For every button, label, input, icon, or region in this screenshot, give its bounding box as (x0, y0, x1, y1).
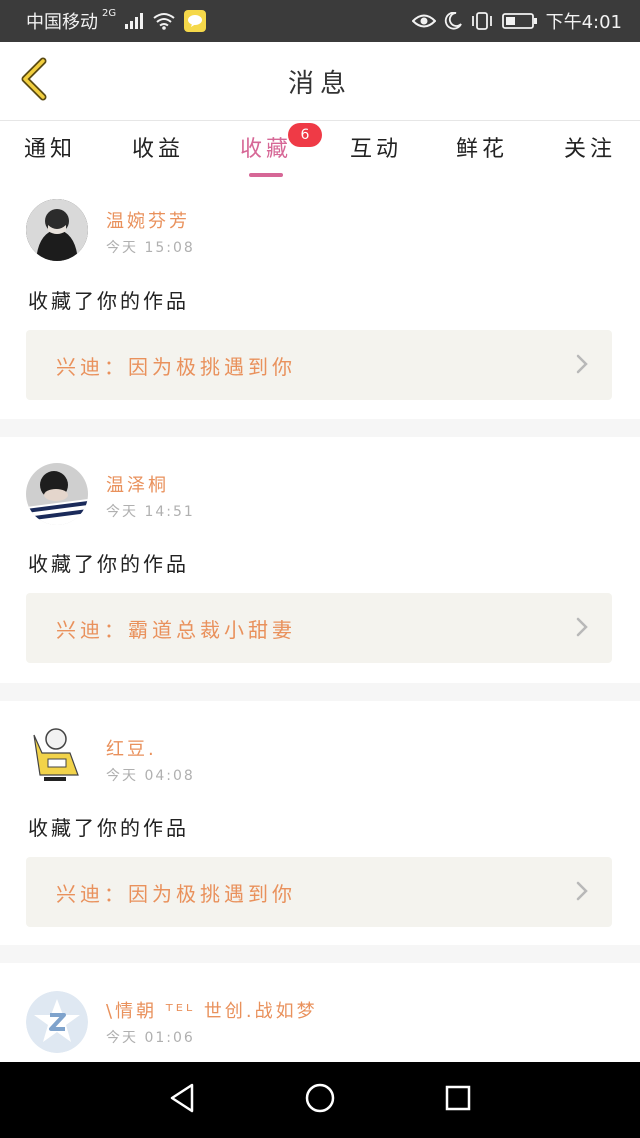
tab-label: 收益 (132, 137, 185, 162)
action-text: 收藏了你的作品 (28, 816, 189, 840)
nav-recents-button[interactable] (438, 1080, 478, 1120)
work-link[interactable]: 兴迪：霸道总裁小甜妻 (26, 593, 612, 663)
network-type: 2G (102, 7, 117, 19)
circle-home-icon (304, 1082, 336, 1118)
timestamp: 今天 01:06 (106, 1030, 195, 1046)
tab-favorites[interactable]: 收藏 6 (240, 123, 322, 181)
list-item: 温泽桐 今天 14:51 收藏了你的作品 兴迪：霸道总裁小甜妻 (0, 437, 640, 683)
tab-label: 互动 (350, 137, 403, 162)
user-name[interactable]: 红豆. (106, 735, 157, 761)
signal-icon (124, 13, 144, 29)
chat-app-icon (184, 10, 207, 32)
triangle-back-icon (168, 1082, 196, 1118)
work-link[interactable]: 兴迪：因为极挑遇到你 (26, 330, 612, 400)
active-tab-indicator (249, 173, 283, 177)
square-recents-icon (444, 1084, 472, 1116)
tab-follows[interactable]: 关注 (564, 131, 616, 181)
clock: 下午4:01 (545, 12, 622, 33)
app-header: 消息 (0, 42, 640, 120)
chevron-right-icon (576, 617, 588, 641)
eye-icon (411, 13, 436, 29)
status-right: 下午4:01 (411, 8, 622, 34)
tab-label: 收藏 (240, 137, 293, 162)
carrier-name: 中国移动 (26, 12, 98, 33)
tab-bar: 通知 收益 收藏 6 互动 鲜花 关注 (0, 121, 640, 181)
avatar[interactable] (26, 725, 88, 787)
work-title: 兴迪：因为极挑遇到你 (56, 354, 296, 379)
work-link[interactable]: 兴迪：因为极挑遇到你 (26, 857, 612, 927)
status-bar: 中国移动 2G 下午4:01 (0, 0, 640, 42)
vibrate-icon (470, 12, 494, 30)
tab-earnings[interactable]: 收益 (132, 131, 184, 181)
avatar[interactable] (26, 199, 88, 261)
tab-label: 鲜花 (456, 137, 509, 162)
work-title: 兴迪：因为极挑遇到你 (56, 881, 296, 906)
wifi-icon (152, 12, 176, 30)
chevron-right-icon (576, 354, 588, 378)
tab-interactions[interactable]: 互动 (350, 131, 402, 181)
list-item: 温婉芬芳 今天 15:08 收藏了你的作品 兴迪：因为极挑遇到你 (0, 181, 640, 419)
list-item: \情朝 ᵀᴱᴸ 世创.战如梦 今天 01:06 (0, 963, 640, 1062)
action-text: 收藏了你的作品 (28, 289, 189, 313)
user-name[interactable]: \情朝 ᵀᴱᴸ 世创.战如梦 (106, 997, 318, 1023)
user-name[interactable]: 温婉芬芳 (106, 207, 190, 233)
nav-home-button[interactable] (300, 1080, 340, 1120)
page-title: 消息 (287, 68, 352, 99)
back-button[interactable] (18, 57, 50, 105)
timestamp: 今天 14:51 (106, 504, 195, 520)
moon-icon (444, 12, 462, 30)
user-name[interactable]: 温泽桐 (106, 471, 169, 497)
chevron-right-icon (576, 881, 588, 905)
back-arrow-icon (19, 57, 49, 105)
tab-flowers[interactable]: 鲜花 (456, 131, 508, 181)
action-text: 收藏了你的作品 (28, 552, 189, 576)
tab-count-badge: 6 (288, 123, 322, 147)
avatar[interactable] (26, 991, 88, 1053)
nav-back-button[interactable] (162, 1080, 202, 1120)
timestamp: 今天 04:08 (106, 768, 195, 784)
work-title: 兴迪：霸道总裁小甜妻 (56, 617, 296, 642)
list-item: 红豆. 今天 04:08 收藏了你的作品 兴迪：因为极挑遇到你 (0, 701, 640, 945)
tab-label: 关注 (564, 137, 617, 162)
tab-label: 通知 (24, 137, 77, 162)
timestamp: 今天 15:08 (106, 240, 195, 256)
avatar[interactable] (26, 463, 88, 525)
tab-notifications[interactable]: 通知 (24, 131, 76, 181)
battery-icon (501, 12, 538, 30)
system-nav-bar (0, 1062, 640, 1138)
status-left: 中国移动 2G (26, 7, 207, 34)
